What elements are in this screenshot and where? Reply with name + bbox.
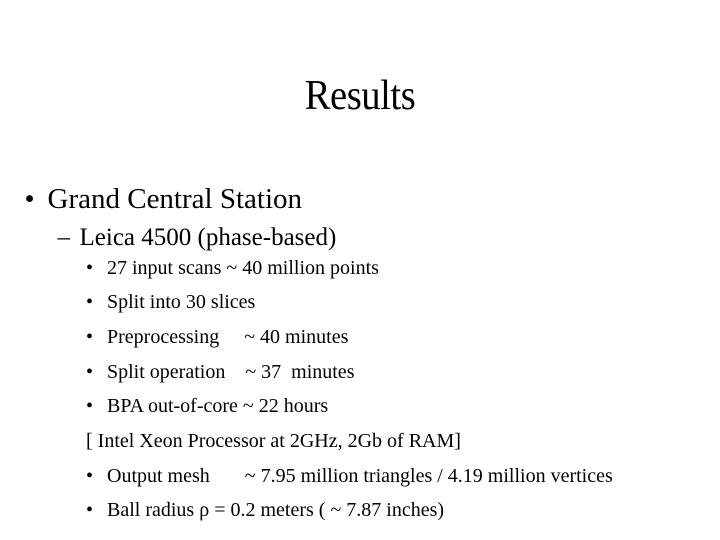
detail-ball-radius: • Ball radius ρ = 0.2 meters ( ~ 7.87 inc… (76, 471, 444, 523)
bullet-icon: • (86, 499, 94, 521)
slide-title: Results (304, 73, 416, 119)
detail-text: Ball radius ρ = 0.2 meters ( ~ 7.87 inch… (107, 499, 445, 521)
